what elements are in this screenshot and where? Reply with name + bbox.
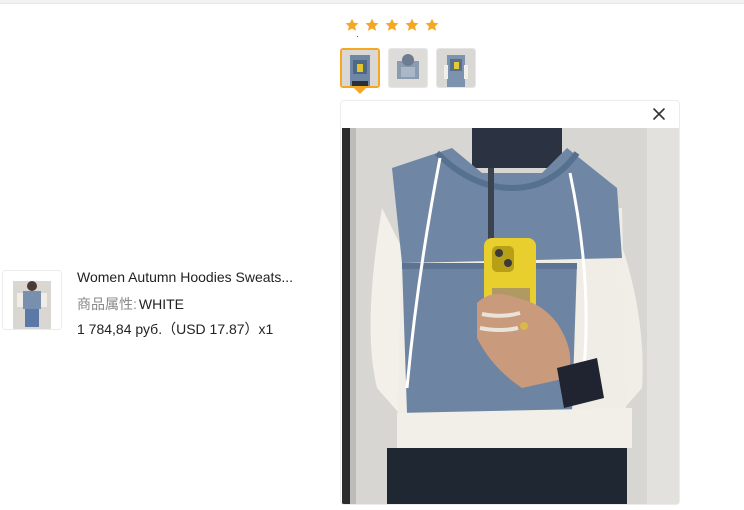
review-thumbnails (340, 48, 476, 88)
divider-dot (357, 36, 358, 37)
review-thumbnail-3[interactable] (436, 48, 476, 88)
purchased-product-card: Women Autumn Hoodies Sweats... 商品属性: WHIT… (0, 266, 330, 337)
review-photo-icon (389, 49, 427, 87)
star-icon (365, 18, 379, 31)
review-photo (342, 128, 679, 504)
review-page: Women Autumn Hoodies Sweats... 商品属性: WHIT… (0, 0, 744, 510)
preview-header (341, 101, 679, 128)
review-photo-icon (342, 50, 378, 86)
review-thumbnail-1[interactable] (340, 48, 380, 88)
close-icon[interactable] (651, 106, 667, 122)
product-photo-icon (3, 271, 61, 329)
product-attribute: 商品属性: WHITE (77, 294, 184, 314)
star-icon (385, 18, 399, 31)
star-rating (344, 17, 440, 35)
star-icon (425, 18, 439, 31)
photo-preview-panel (340, 100, 680, 505)
product-price: 1 784,84 руб.（USD 17.87）x1 (77, 321, 274, 337)
attribute-label: 商品属性: (77, 296, 137, 312)
review-photo-icon (437, 49, 475, 87)
top-divider (0, 0, 744, 4)
review-thumbnail-2[interactable] (388, 48, 428, 88)
selected-thumbnail-pointer (354, 88, 366, 94)
review-photo-illustration (342, 128, 679, 504)
product-title[interactable]: Women Autumn Hoodies Sweats... (77, 269, 293, 285)
star-icon (345, 18, 359, 31)
star-icon (405, 18, 419, 31)
product-thumbnail[interactable] (2, 270, 62, 330)
attribute-value: WHITE (138, 296, 184, 312)
